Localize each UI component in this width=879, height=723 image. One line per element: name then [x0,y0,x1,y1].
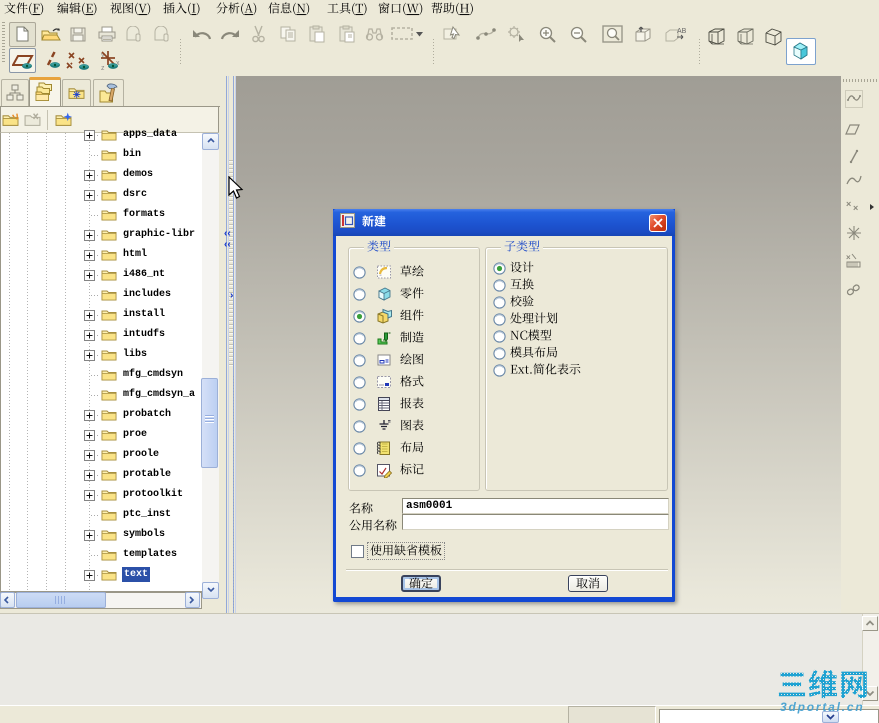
svg-text:z: z [101,65,105,70]
svg-text:AB: AB [677,28,687,35]
svg-text:×: × [846,253,851,262]
svg-text:×: × [846,199,851,209]
svg-text:×: × [853,203,858,213]
svg-text:✳: ✳ [73,90,82,100]
